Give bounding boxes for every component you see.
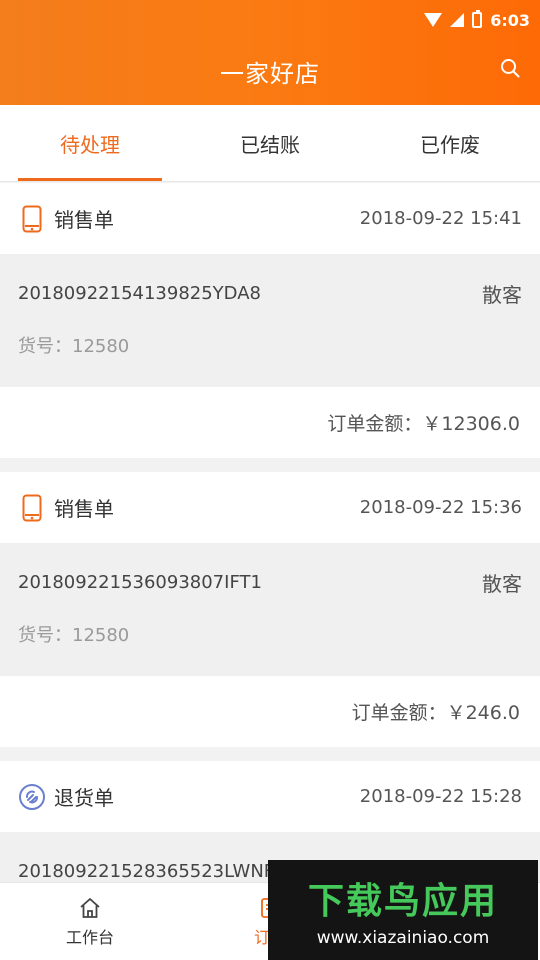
order-amount: 订单金额：￥246.0	[351, 702, 520, 724]
watermark-logo: 下载鸟应用 www.xiazainiao.com	[268, 860, 538, 960]
customer-name: 散客	[482, 571, 522, 596]
home-icon	[80, 897, 100, 918]
phone-icon	[18, 494, 46, 522]
tab-pending[interactable]: 待处理	[0, 105, 180, 181]
order-header: 销售单 2018-09-22 15:41	[0, 183, 540, 254]
item-number: 货号：12580	[18, 336, 130, 357]
order-status-tabs: 待处理 已结账 已作废	[0, 105, 540, 182]
page-title: 一家好店	[220, 60, 320, 88]
status-time: 6:03	[490, 10, 530, 30]
order-number: 201809221536093807IFT1	[18, 571, 262, 593]
wifi-icon	[424, 13, 443, 27]
order-body: 201809221536093807IFT1 散客 货号：12580	[0, 543, 540, 676]
battery-icon	[472, 10, 483, 28]
divider	[0, 747, 540, 761]
return-icon	[18, 783, 46, 811]
order-type: 销售单	[54, 497, 114, 521]
item-number: 货号：12580	[18, 625, 130, 646]
order-body: 20180922154139825YDA8 散客 货号：12580	[0, 254, 540, 387]
order-header: 销售单 2018-09-22 15:36	[0, 472, 540, 543]
order-card[interactable]: 销售单 2018-09-22 15:41 20180922154139825YD…	[0, 183, 540, 458]
customer-name: 散客	[482, 282, 522, 307]
status-bar: 6:03	[424, 8, 530, 32]
order-header: 退货单 2018-09-22 15:28	[0, 761, 540, 832]
tab-voided[interactable]: 已作废	[360, 105, 540, 181]
order-type: 销售单	[54, 208, 114, 232]
order-footer: 订单金额：￥246.0	[0, 676, 540, 747]
phone-icon	[18, 205, 46, 233]
order-footer: 订单金额：￥12306.0	[0, 387, 540, 458]
order-time: 2018-09-22 15:28	[359, 786, 522, 807]
order-number: 20180922152836​5523LWNF	[18, 860, 275, 882]
nav-item-workbench[interactable]: 工作台	[0, 883, 180, 960]
order-time: 2018-09-22 15:41	[359, 208, 522, 229]
signal-icon	[450, 13, 465, 27]
tab-settled[interactable]: 已结账	[180, 105, 360, 181]
app-header: 6:03 一家好店	[0, 0, 540, 105]
nav-label: 工作台	[65, 927, 114, 947]
order-amount: 订单金额：￥12306.0	[327, 413, 520, 435]
watermark-url: www.xiazainiao.com	[316, 928, 490, 948]
order-time: 2018-09-22 15:36	[359, 497, 522, 518]
order-card[interactable]: 销售单 2018-09-22 15:36 201809221536093807I…	[0, 472, 540, 747]
watermark-title: 下载鸟应用	[307, 881, 498, 922]
search-icon[interactable]	[500, 58, 520, 78]
order-number: 20180922154139825YDA8	[18, 282, 261, 304]
order-list: 销售单 2018-09-22 15:41 20180922154139825YD…	[0, 183, 540, 910]
divider	[0, 458, 540, 472]
order-type: 退货单	[54, 786, 114, 810]
